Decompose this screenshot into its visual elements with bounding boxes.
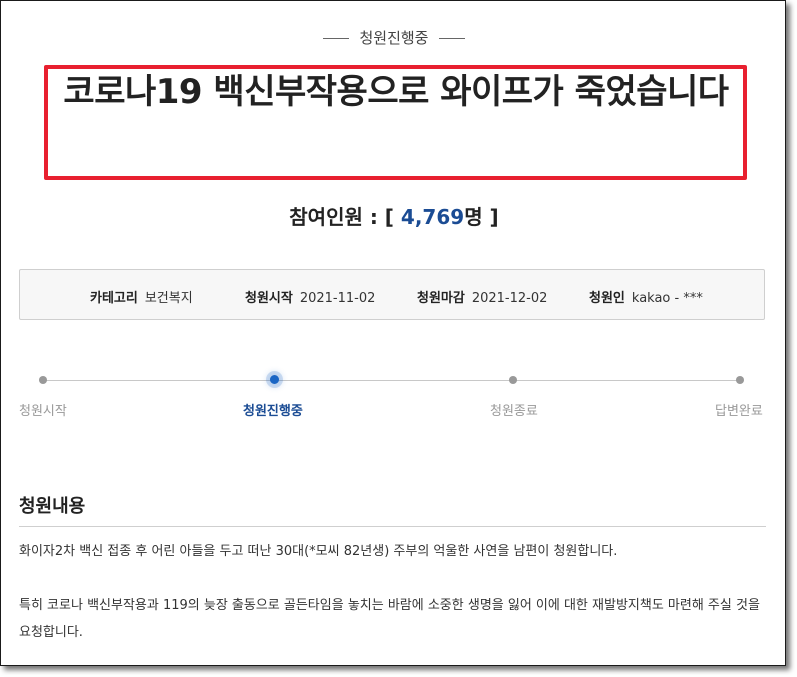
progress-step-active: 청원진행중 [243, 404, 303, 419]
info-category-value: 보건복지 [144, 291, 193, 306]
progress-dot-active [270, 375, 279, 384]
content-divider [19, 526, 766, 527]
progress-step-answered: 답변완료 [715, 404, 763, 419]
status-right-dash [438, 38, 465, 39]
info-end-label: 청원마감 [417, 291, 465, 306]
petition-info-box: 카테고리 보건복지 청원시작 2021-11-02 청원마감 2021-12-02 청… [19, 269, 765, 320]
info-start-value: 2021-11-02 [299, 291, 376, 306]
participant-prefix: 참여인원 : [ [289, 205, 401, 229]
participant-number: 4,769 [400, 205, 465, 229]
petition-status-header: 청원진행중 [1, 27, 787, 48]
progress-dot-closed [509, 376, 517, 384]
info-end-value: 2021-12-02 [471, 291, 548, 306]
info-petitioner: 청원인 kakao - *** [589, 287, 703, 306]
content-paragraph-1: 화이자2차 백신 접종 후 어린 아들을 두고 떠난 30대(*모씨 82년생)… [19, 544, 618, 559]
content-heading: 청원내용 [19, 496, 86, 517]
info-petitioner-value: kakao - *** [631, 291, 703, 306]
status-label-text: 청원진행중 [359, 29, 429, 47]
progress-track [43, 380, 741, 381]
progress-dot-answered [736, 376, 744, 384]
progress-step-start: 청원시작 [19, 404, 67, 419]
participant-suffix: 명 ] [464, 205, 499, 229]
progress-step-closed: 청원종료 [490, 404, 538, 419]
participant-count: 참여인원 : [ 4,769명 ] [1, 201, 787, 230]
info-category: 카테고리 보건복지 [90, 287, 193, 306]
info-start-label: 청원시작 [245, 291, 293, 306]
petition-title: 코로나19 백신부작용으로 와이프가 죽었습니다 [63, 72, 729, 112]
content-paragraph-2: 특히 코로나 백신부작용과 119의 늦장 출동으로 골든타임을 놓치는 바람에… [19, 598, 760, 640]
status-left-dash [323, 38, 350, 39]
info-start-date: 청원시작 2021-11-02 [245, 287, 375, 306]
petition-page: 청원진행중 코로나19 백신부작용으로 와이프가 죽었습니다 참여인원 : [ … [0, 0, 786, 666]
info-category-label: 카테고리 [90, 291, 138, 306]
info-end-date: 청원마감 2021-12-02 [417, 287, 547, 306]
progress-dot-start [39, 376, 47, 384]
info-petitioner-label: 청원인 [589, 291, 625, 306]
